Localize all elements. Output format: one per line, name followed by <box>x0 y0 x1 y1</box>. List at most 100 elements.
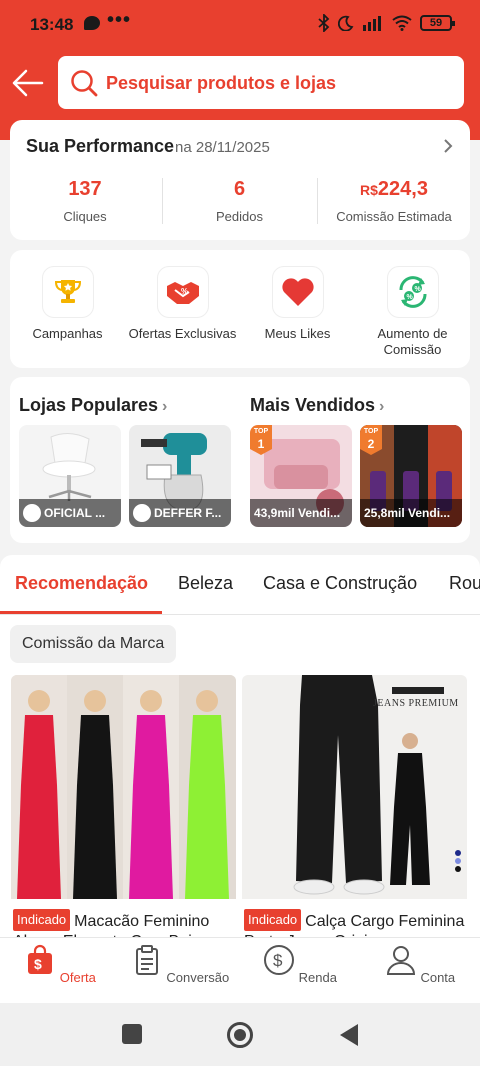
shopping-bag-icon: $ <box>28 944 53 974</box>
best-seller-tile[interactable]: TOP 1 43,9mil Vendi... <box>250 425 352 527</box>
popular-stores-title[interactable]: Lojas Populares › <box>19 395 167 416</box>
best-sellers-title[interactable]: Mais Vendidos › <box>250 395 384 416</box>
stat-label: Pedidos <box>216 209 263 224</box>
tab-recomendacao[interactable]: Recomendação <box>15 573 148 594</box>
nav-oferta[interactable]: $ Oferta <box>0 944 120 985</box>
stat-orders: 6 Pedidos <box>163 178 316 224</box>
trophy-icon <box>41 266 94 318</box>
clipboard-icon <box>135 945 158 975</box>
rank-badge: TOP 2 <box>360 425 382 455</box>
performance-card[interactable]: Sua Performance na 28/11/2025 137 Clique… <box>10 120 470 240</box>
badge-top: TOP <box>253 428 269 435</box>
product-title: IndicadoMacacão Feminino Alona, Elegante… <box>11 899 236 937</box>
dollar-circle-icon: $ <box>264 945 295 975</box>
svg-text:%: % <box>414 286 421 293</box>
system-navigation-bar <box>0 1003 480 1066</box>
svg-text:%: % <box>181 287 188 296</box>
filter-chip-brand-commission[interactable]: Comissão da Marca <box>10 625 177 663</box>
product-card[interactable]: JEANS PREMIUM Indicado Calça Cargo Femini… <box>242 675 467 937</box>
chevron-right-icon: › <box>162 398 168 415</box>
tab-beleza[interactable]: Beleza <box>178 573 233 594</box>
tab-roupas[interactable]: Rou <box>449 573 480 594</box>
popular-sections-card: Lojas Populares › Mais Vendidos › OFICIAL … <box>10 377 470 543</box>
quick-link-label: Meus Likes <box>264 326 331 341</box>
store-tile[interactable]: OFICIAL ... <box>19 425 121 527</box>
store-logo <box>133 504 151 522</box>
stat-clicks: 137 Cliques <box>10 178 160 224</box>
chevron-right-icon[interactable] <box>442 138 454 154</box>
quick-link-my-likes[interactable]: Meus Likes <box>240 266 355 342</box>
nav-label: Conversão <box>166 970 230 985</box>
user-icon <box>386 946 415 975</box>
store-tile[interactable]: DEFFER F... <box>129 425 231 527</box>
chevron-right-icon: › <box>379 398 385 415</box>
more-notifications-icon: ••• <box>107 9 132 31</box>
currency-symbol: R$ <box>360 182 378 198</box>
badge-rank: 1 <box>257 437 265 451</box>
handshake-icon: % <box>156 266 209 318</box>
back-button[interactable] <box>10 66 46 100</box>
stat-commission: R$224,3 Comissão Estimada <box>318 178 470 224</box>
quick-links-card: Campanhas % Ofertas Exclusivas Meus Like… <box>10 250 470 368</box>
bottom-navigation: $ Oferta Conversão $ Renda Conta <box>0 937 480 1003</box>
home-button[interactable] <box>227 1022 253 1048</box>
performance-date: na 28/11/2025 <box>175 139 270 156</box>
stat-label: Comissão Estimada <box>336 209 452 224</box>
product-title: IndicadoCalça Cargo Feminina Preta Jeans… <box>242 899 467 937</box>
store-name: OFICIAL ... <box>44 506 106 520</box>
wifi-icon <box>392 15 412 31</box>
recent-apps-button[interactable] <box>122 1024 142 1044</box>
recommended-tag: Indicado <box>244 909 302 931</box>
quick-link-label: Campanhas <box>32 326 103 341</box>
best-seller-tile[interactable]: TOP 2 25,8mil Vendi... <box>360 425 462 527</box>
store-caption: DEFFER F... <box>129 499 231 527</box>
tab-casa-e-construcao[interactable]: Casa e Construção <box>263 573 417 594</box>
nav-renda[interactable]: $ Renda <box>240 944 360 985</box>
section-title-text: Mais Vendidos <box>250 395 376 415</box>
quick-link-campaigns[interactable]: Campanhas <box>10 266 125 342</box>
quick-link-commission-boost[interactable]: %% Aumento de Comissão <box>355 266 470 358</box>
commission-amount: 224,3 <box>377 178 428 200</box>
badge-top: TOP <box>363 428 379 435</box>
overlay-label: JEANS PREMIUM <box>373 698 459 709</box>
system-back-button[interactable] <box>340 1024 358 1046</box>
status-time: 13:48 <box>30 15 74 34</box>
nav-conversao[interactable]: Conversão <box>120 944 240 985</box>
store-logo <box>23 504 41 522</box>
svg-text:$: $ <box>34 956 42 972</box>
search-input[interactable]: Pesquisar produtos e lojas <box>58 56 464 109</box>
search-row: Pesquisar produtos e lojas <box>0 56 480 110</box>
message-notification-icon <box>84 16 100 30</box>
battery-icon: 59 <box>420 15 455 31</box>
badge-rank: 2 <box>367 437 375 451</box>
bluetooth-icon <box>318 14 330 32</box>
quick-link-label: Aumento de Comissão <box>377 326 448 357</box>
stat-value: 137 <box>68 178 102 200</box>
category-tabs: Recomendação Beleza Casa e Construção Ro… <box>0 555 480 615</box>
store-name: DEFFER F... <box>154 506 222 520</box>
performance-title: Sua Performance <box>26 136 175 156</box>
svg-text:%: % <box>406 294 413 301</box>
nav-conta[interactable]: Conta <box>360 944 480 985</box>
active-tab-indicator <box>0 611 162 614</box>
signal-icon <box>363 16 381 31</box>
sales-caption: 43,9mil Vendi... <box>250 499 352 527</box>
store-caption: OFICIAL ... <box>19 499 121 527</box>
back-arrow-icon <box>12 69 44 97</box>
nav-label: Renda <box>298 970 337 985</box>
percent-cycle-icon: %% <box>386 266 439 318</box>
quick-link-label: Ofertas Exclusivas <box>128 326 237 341</box>
stat-value: R$224,3 <box>318 178 470 201</box>
product-image: JEANS PREMIUM <box>242 675 467 899</box>
filter-area: Comissão da Marca <box>0 615 480 675</box>
nav-label: Oferta <box>59 970 96 985</box>
heart-icon <box>271 266 324 318</box>
status-bar: 13:48 ••• 59 <box>0 0 480 50</box>
stat-label: Cliques <box>63 209 107 224</box>
product-card[interactable]: IndicadoMacacão Feminino Alona, Elegante… <box>11 675 236 937</box>
search-placeholder: Pesquisar produtos e lojas <box>106 73 337 93</box>
nav-label: Conta <box>420 970 456 985</box>
svg-text:$: $ <box>273 951 283 970</box>
quick-link-exclusive-offers[interactable]: % Ofertas Exclusivas <box>125 266 240 342</box>
product-image <box>11 675 236 899</box>
